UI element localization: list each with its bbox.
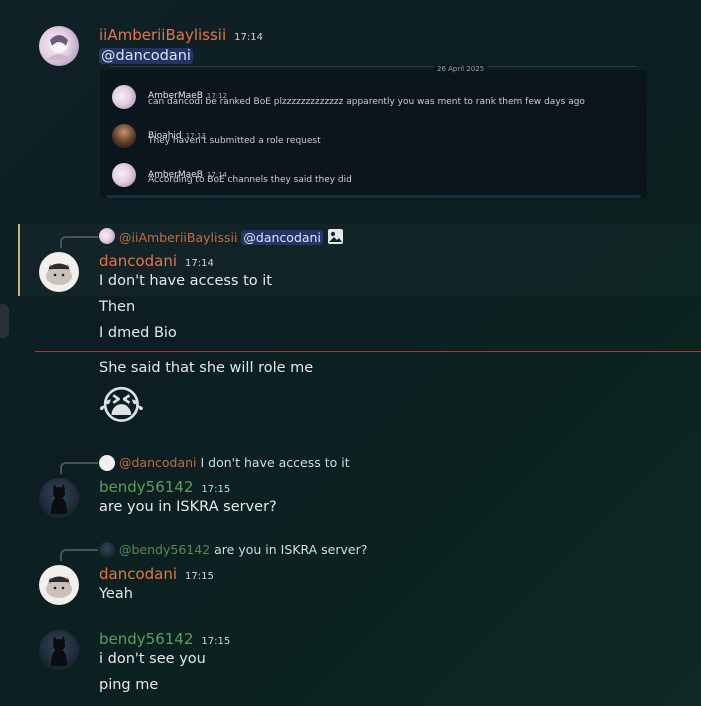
embed-text: can dancodi be ranked BoE plzzzzzzzzzzzz… [148, 97, 585, 107]
message-content: @dancodani [99, 48, 193, 64]
timestamp: 17:15 [201, 484, 231, 495]
reply-author[interactable]: @bendy56142 [119, 542, 210, 557]
new-messages-divider [35, 351, 701, 352]
reply-avatar [99, 455, 115, 471]
embed-text: According to BoE channels they said they… [148, 175, 352, 185]
reply-preview[interactable]: @bendy56142 are you in ISKRA server? [119, 542, 367, 557]
username[interactable]: dancodani [99, 565, 177, 583]
user-mention[interactable]: @dancodani [241, 230, 323, 245]
forwarded-messages-embed: 26 April 2025 AmberMaeB 17:12 can dancodi… [100, 65, 647, 199]
embed-avatar-bioahid [112, 124, 136, 148]
user-mention[interactable]: @dancodani [99, 48, 193, 64]
reply-avatar [99, 228, 115, 244]
embed-avatar-ambermaeb [112, 163, 136, 187]
date-divider [110, 66, 637, 67]
message-line: ping me [99, 677, 159, 693]
avatar-iiamberiibaylissii[interactable] [39, 26, 79, 66]
timestamp: 17:15 [201, 636, 231, 647]
reply-connector [60, 236, 98, 248]
reply-avatar [99, 542, 115, 558]
pusheen-cat-icon [46, 263, 72, 285]
message-line: I dmed Bio [99, 325, 177, 341]
message-line: are you in ISKRA server? [99, 499, 277, 515]
avatar-art-icon [47, 35, 71, 60]
message-line: She said that she will role me [99, 360, 314, 376]
reply-connector [60, 549, 98, 561]
reply-snippet: I don't have access to it [200, 455, 350, 470]
avatar-bendy56142[interactable] [39, 478, 79, 518]
embed-scrollbar[interactable] [106, 195, 641, 198]
message-line: I don't have access to it [99, 273, 272, 289]
avatar-bendy56142[interactable] [39, 630, 79, 670]
message-line: i don't see you [99, 651, 206, 667]
image-icon [327, 228, 344, 248]
username[interactable]: bendy56142 [99, 630, 193, 648]
message-header: dancodani 17:15 [99, 564, 214, 583]
reply-connector [60, 462, 98, 474]
avatar-dancodani[interactable] [39, 252, 79, 292]
reply-snippet: are you in ISKRA server? [214, 542, 368, 557]
pusheen-cat-icon [46, 576, 72, 598]
black-cat-icon [51, 484, 67, 514]
message-line: Then [99, 299, 136, 315]
timestamp: 17:14 [234, 32, 263, 43]
crying-emoji-icon[interactable]: 😭 [98, 382, 145, 430]
message-header: iiAmberiiBaylissii 17:14 [99, 25, 263, 44]
embed-avatar-ambermaeb [112, 85, 136, 109]
message-header: dancodani 17:14 [99, 251, 214, 270]
username[interactable]: bendy56142 [99, 478, 193, 496]
message-header: bendy56142 17:15 [99, 629, 230, 648]
message-line: Yeah [99, 586, 133, 602]
reply-preview[interactable]: @dancodani I don't have access to it [119, 455, 350, 470]
reply-author[interactable]: @iiAmberiiBaylissii [119, 230, 237, 245]
username[interactable]: dancodani [99, 252, 177, 270]
timestamp: 17:15 [185, 571, 214, 582]
scroll-indicator[interactable] [0, 304, 9, 338]
timestamp: 17:14 [185, 258, 214, 269]
date-label: 26 April 2025 [434, 65, 488, 73]
message-header: bendy56142 17:15 [99, 477, 230, 496]
reply-author[interactable]: @dancodani [119, 455, 197, 470]
embed-text: They haven't submitted a role request [148, 136, 321, 146]
reply-preview[interactable]: @iiAmberiiBaylissii @dancodani [119, 228, 344, 248]
avatar-dancodani[interactable] [39, 565, 79, 605]
black-cat-icon [51, 636, 67, 666]
username[interactable]: iiAmberiiBaylissii [99, 26, 226, 44]
